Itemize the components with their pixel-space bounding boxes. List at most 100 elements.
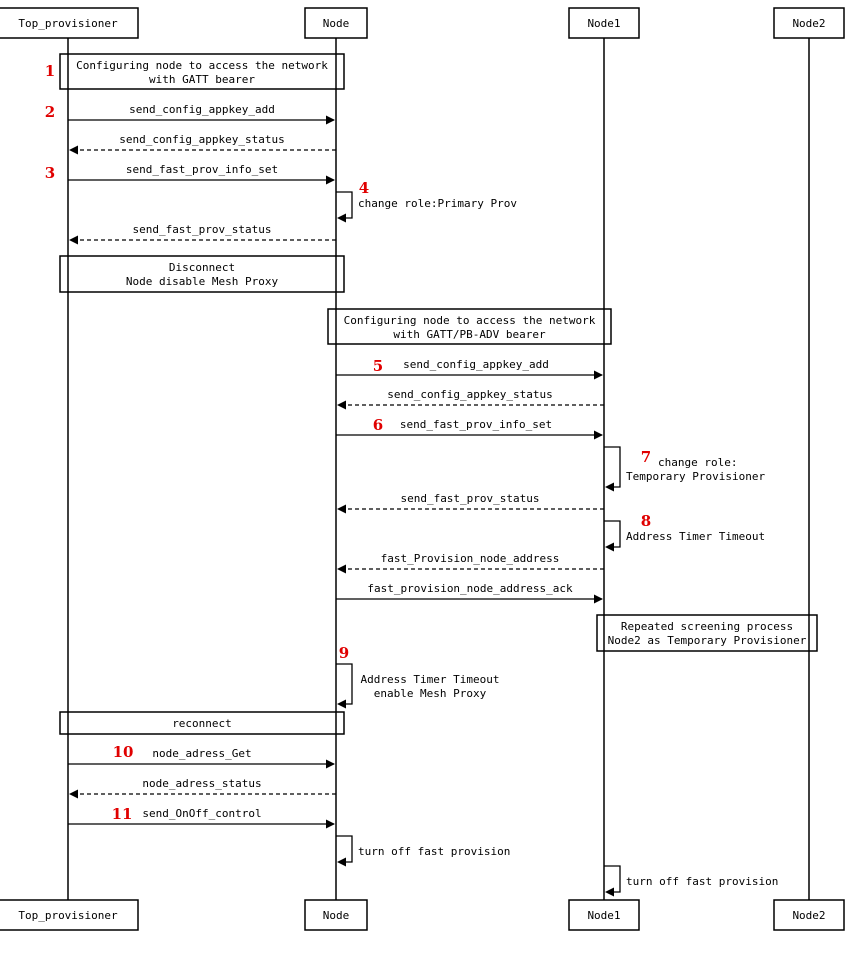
note: DisconnectNode disable Mesh Proxy [59,255,345,293]
message-arrow: node_adress_Get [68,747,335,769]
message-arrow: node_adress_status [69,777,336,799]
arrowhead-icon [337,504,346,514]
self-message-line [336,663,353,705]
arrowhead-icon [594,430,603,440]
participant-top-top_provisioner: Top_provisioner [0,7,139,39]
note-text: reconnect [172,717,232,730]
message-label: send_config_appkey_add [403,358,549,371]
self-message-label: change role:Primary Prov [358,197,517,210]
participant-label: Node1 [587,17,620,30]
arrowhead-icon [326,115,335,125]
message-arrow: send_fast_prov_status [69,223,336,245]
arrowhead-icon [69,789,78,799]
step-number-3: 3 [45,164,55,182]
step-number-5: 5 [373,357,383,375]
self-message-label: Address Timer Timeout [360,673,499,686]
participant-bottom-node2: Node2 [773,899,845,931]
message-label: send_config_appkey_status [119,133,285,146]
note-text: Disconnect [169,261,235,274]
participant-label: Node1 [587,909,620,922]
arrowhead-icon [605,542,614,552]
arrowhead-icon [326,759,335,769]
sequence-diagram: Top_provisioner Top_provisioner Node Node No… [0,7,845,931]
note-text: Repeated screening process [621,620,793,633]
self-message: change role:Temporary Provisioner [604,446,765,492]
message-label: send_OnOff_control [142,807,261,820]
note: Configuring node to access the networkwi… [59,53,345,90]
step-number-9: 9 [339,644,349,662]
participant-label: Top_provisioner [18,909,118,922]
message-label: send_fast_prov_info_set [126,163,278,176]
note-text: Configuring node to access the network [344,314,596,327]
self-message-line [604,865,621,893]
participant-bottom-node1: Node1 [568,899,640,931]
note: reconnect [59,711,345,735]
note: Configuring node to access the networkwi… [327,308,612,345]
message-arrow: send_fast_prov_info_set [68,163,335,185]
message-arrow: send_config_appkey_add [68,103,335,125]
arrowhead-icon [69,235,78,245]
message-label: send_config_appkey_status [387,388,553,401]
arrowhead-icon [337,213,346,223]
participant-label: Node [323,909,350,922]
step-number-11: 11 [112,805,133,823]
message-label: send_config_appkey_add [129,103,275,116]
arrowhead-icon [326,819,335,829]
message-arrow: fast_provision_node_address_ack [336,582,603,604]
self-message-label: turn off fast provision [626,875,778,888]
participant-label: Node2 [792,17,825,30]
message-arrow: fast_Provision_node_address [337,552,604,574]
self-message-label: turn off fast provision [358,845,510,858]
participant-bottom-node: Node [304,899,368,931]
arrowhead-icon [594,370,603,380]
arrowhead-icon [605,482,614,492]
participant-label: Node [323,17,350,30]
self-message-label: Address Timer Timeout [626,530,765,543]
participant-top-node2: Node2 [773,7,845,39]
note-text: with GATT/PB-ADV bearer [393,328,546,341]
step-number-8: 8 [641,512,651,530]
step-number-4: 4 [359,179,369,197]
message-label: fast_provision_node_address_ack [367,582,573,595]
step-number-10: 10 [113,743,134,761]
step-number-1: 1 [45,62,55,80]
self-message-line [604,446,621,488]
note-text: Configuring node to access the network [76,59,328,72]
arrowhead-icon [337,699,346,709]
self-message: Address Timer Timeout [604,520,765,552]
self-message-label: change role: [658,456,737,469]
self-message: turn off fast provision [336,835,510,867]
participant-top-node1: Node1 [568,7,640,39]
step-number-6: 6 [373,416,383,434]
note: Repeated screening processNode2 as Tempo… [596,614,818,652]
arrowhead-icon [594,594,603,604]
message-arrow: send_config_appkey_status [337,388,604,410]
self-message-line [336,191,353,219]
message-arrow: send_config_appkey_status [69,133,336,155]
step-number-7: 7 [641,448,651,466]
arrowhead-icon [326,175,335,185]
message-arrow: send_fast_prov_status [337,492,604,514]
message-label: send_fast_prov_status [132,223,271,236]
message-label: send_fast_prov_status [400,492,539,505]
self-message-label: Temporary Provisioner [626,470,765,483]
note-text: Node2 as Temporary Provisioner [608,634,807,647]
participant-bottom-top_provisioner: Top_provisioner [0,899,139,931]
participant-label: Top_provisioner [18,17,118,30]
message-label: node_adress_status [142,777,261,790]
arrowhead-icon [337,564,346,574]
message-arrow: send_OnOff_control [68,807,335,829]
arrowhead-icon [69,145,78,155]
participant-top-node: Node [304,7,368,39]
note-text: Node disable Mesh Proxy [126,275,279,288]
note-text: with GATT bearer [149,73,255,86]
message-label: fast_Provision_node_address [381,552,560,565]
arrowhead-icon [605,887,614,897]
arrowhead-icon [337,857,346,867]
self-message-label: enable Mesh Proxy [374,687,487,700]
message-label: node_adress_Get [152,747,251,760]
self-message-line [336,835,353,863]
self-message: Address Timer Timeoutenable Mesh Proxy [336,663,500,709]
self-message-line [604,520,621,548]
message-label: send_fast_prov_info_set [400,418,552,431]
